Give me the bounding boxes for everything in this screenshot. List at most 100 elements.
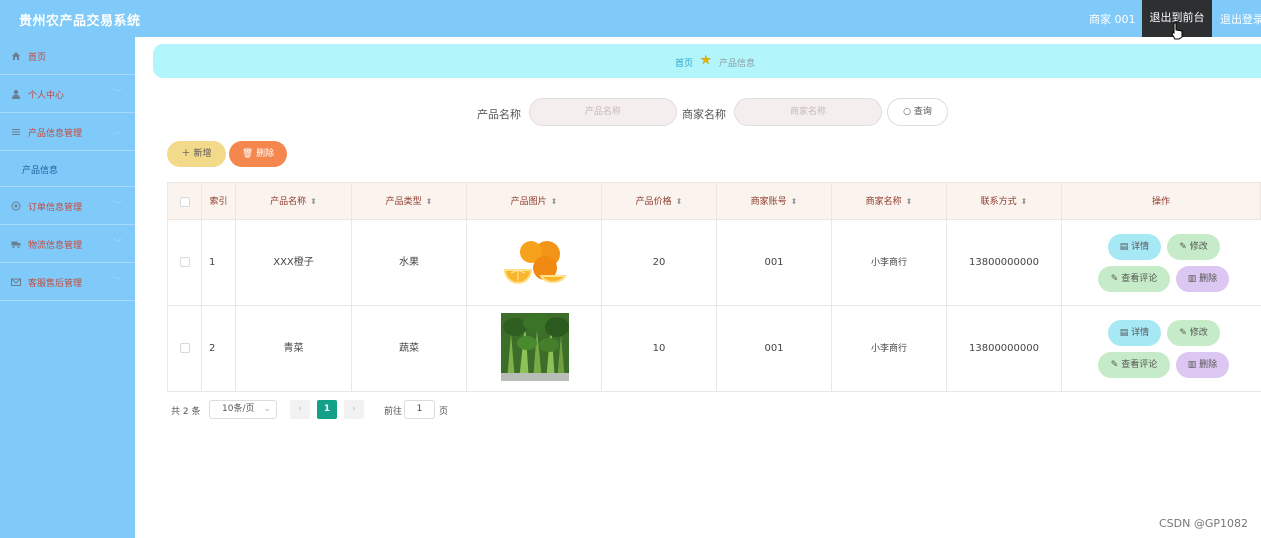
row-delete-button[interactable]: ▥ 删除 <box>1176 266 1229 292</box>
sidebar: 首页 个人中心 ﹀ 产品信息管理 ︿ 产品信息 订单信息管理 ﹀ 物流信息管理 … <box>0 37 135 538</box>
plus-icon: ＋ <box>181 149 191 159</box>
column-header-index: 索引 <box>202 183 236 221</box>
delete-button-label: 删除 <box>256 149 275 159</box>
column-header-price[interactable]: 产品价格 ⬍ <box>602 183 717 221</box>
truck-icon <box>11 239 21 249</box>
merchant-name-input[interactable]: 商家名称 <box>734 98 882 126</box>
query-button[interactable]: ○ 查询 <box>887 98 948 126</box>
column-header-label: 商家账号 <box>750 197 787 207</box>
orange-product-image[interactable] <box>501 228 569 296</box>
chevron-down-icon: ﹀ <box>113 277 123 287</box>
chevron-down-icon: ﹀ <box>113 89 123 99</box>
column-header-label: 产品价格 <box>635 197 672 207</box>
sort-icon: ⬍ <box>1020 197 1028 206</box>
detail-button[interactable]: ▤ 详情 <box>1108 320 1161 346</box>
cell-index: 2 <box>202 306 236 392</box>
logout-button[interactable]: 退出登录 <box>1220 11 1261 27</box>
cell-contact: 13800000000 <box>947 306 1062 392</box>
column-header-merchant-name[interactable]: 商家名称 ⬍ <box>832 183 947 221</box>
view-reviews-button[interactable]: ✎ 查看评论 <box>1098 352 1170 378</box>
column-header-label: 产品名称 <box>270 197 307 207</box>
current-user-label: 商家 001 <box>1089 13 1136 26</box>
mouse-cursor-icon <box>1171 22 1183 40</box>
table-row: 1 XXX橙子 水果 20 001 小李商行 13800000000 ▤ 详情 <box>167 220 1261 306</box>
pencil-icon: ✎ <box>1110 274 1122 284</box>
star-icon: ★ <box>700 53 712 68</box>
column-header-product-type[interactable]: 产品类型 ⬍ <box>352 183 467 221</box>
cell-actions: ▤ 详情 ✎ 修改 ✎ 查看评论 ▥ 删除 <box>1062 220 1260 306</box>
greens-product-image[interactable] <box>501 313 569 381</box>
top-header: 贵州农产品交易系统 商家 001 退出到前台 退出登录 <box>0 0 1261 40</box>
cell-contact: 13800000000 <box>947 220 1062 306</box>
page-number-current[interactable]: 1 <box>317 400 337 419</box>
page-size-value: 10条/页 <box>222 404 255 414</box>
cell-actions: ▤ 详情 ✎ 修改 ✎ 查看评论 ▥ 删除 <box>1062 306 1260 392</box>
row-select-cell <box>168 220 202 306</box>
add-button-label: 新增 <box>193 149 212 159</box>
column-header-product-image[interactable]: 产品图片 ⬍ <box>467 183 602 221</box>
column-header-merchant-account[interactable]: 商家账号 ⬍ <box>717 183 832 221</box>
cell-product-image <box>467 220 602 306</box>
sidebar-item-label: 首页 <box>28 53 47 63</box>
list-icon <box>11 127 21 137</box>
row-checkbox[interactable] <box>180 257 190 267</box>
app-title: 贵州农产品交易系统 <box>19 14 141 29</box>
sort-icon: ⬍ <box>550 197 558 206</box>
breadcrumb-home-link[interactable]: 首页 <box>675 56 693 69</box>
column-header-contact[interactable]: 联系方式 ⬍ <box>947 183 1062 221</box>
view-reviews-label: 查看评论 <box>1121 360 1158 370</box>
sidebar-item-customer-service[interactable]: 客服售后管理 ﹀ <box>0 263 135 301</box>
view-reviews-button[interactable]: ✎ 查看评论 <box>1098 266 1170 292</box>
batch-delete-button[interactable]: 🗑 删除 <box>229 141 287 167</box>
sidebar-item-product-management[interactable]: 产品信息管理 ︿ <box>0 113 135 151</box>
trash-icon: 🗑 <box>241 149 254 159</box>
edit-button-label: 修改 <box>1189 328 1208 338</box>
sidebar-subitem-label: 产品信息 <box>22 166 59 176</box>
chevron-up-icon: ︿ <box>113 127 123 137</box>
document-icon: ▤ <box>1119 328 1132 338</box>
next-page-button[interactable]: › <box>344 400 364 419</box>
cell-product-name: 青菜 <box>236 306 352 392</box>
sidebar-item-order-management[interactable]: 订单信息管理 ﹀ <box>0 187 135 225</box>
edit-button[interactable]: ✎ 修改 <box>1167 320 1220 346</box>
goto-page-input[interactable]: 1 <box>404 400 435 419</box>
prev-page-button[interactable]: ‹ <box>290 400 310 419</box>
product-name-input[interactable]: 产品名称 <box>529 98 677 126</box>
row-delete-button[interactable]: ▥ 删除 <box>1176 352 1229 378</box>
column-header-product-name[interactable]: 产品名称 ⬍ <box>236 183 352 221</box>
sidebar-subitem-product-info[interactable]: 产品信息 <box>0 151 135 187</box>
table-header: 索引 产品名称 ⬍ 产品类型 ⬍ 产品图片 ⬍ 产品价格 ⬍ 商家账号 ⬍ 商家名称 ⬍ 联… <box>167 182 1261 221</box>
cell-merchant-name: 小李商行 <box>832 220 947 306</box>
sort-icon: ⬍ <box>790 197 798 206</box>
select-all-cell <box>168 183 202 221</box>
cell-product-image <box>467 306 602 392</box>
cell-index: 1 <box>202 220 236 306</box>
breadcrumb: 首页 ★ 产品信息 <box>153 44 1261 78</box>
cell-merchant-account: 001 <box>717 306 832 392</box>
page-size-select[interactable]: 10条/页 ⌄ <box>209 400 277 419</box>
column-header-label: 产品类型 <box>385 197 422 207</box>
sidebar-item-home[interactable]: 首页 <box>0 37 135 75</box>
breadcrumb-current: 产品信息 <box>719 59 756 69</box>
cell-product-type: 蔬菜 <box>352 306 467 392</box>
view-reviews-label: 查看评论 <box>1121 274 1158 284</box>
sort-icon: ⬍ <box>425 197 433 206</box>
detail-button[interactable]: ▤ 详情 <box>1108 234 1161 260</box>
document-icon: ▤ <box>1119 242 1132 252</box>
sidebar-item-logistics-management[interactable]: 物流信息管理 ﹀ <box>0 225 135 263</box>
select-all-checkbox[interactable] <box>180 197 190 207</box>
home-icon <box>11 51 21 61</box>
row-select-cell <box>168 306 202 392</box>
trash-icon: ▥ <box>1187 274 1200 284</box>
goto-unit: 页 <box>439 407 449 417</box>
cell-price: 10 <box>602 306 717 392</box>
edit-button[interactable]: ✎ 修改 <box>1167 234 1220 260</box>
sidebar-item-label: 物流信息管理 <box>28 241 83 251</box>
row-checkbox[interactable] <box>180 343 190 353</box>
watermark: CSDN @GP1082 <box>1159 517 1249 530</box>
add-button[interactable]: ＋ 新增 <box>167 141 226 167</box>
product-name-label: 产品名称 <box>477 108 521 121</box>
search-icon: ○ <box>903 107 911 117</box>
sidebar-item-personal-center[interactable]: 个人中心 ﹀ <box>0 75 135 113</box>
chevron-right-icon: › <box>352 404 356 414</box>
